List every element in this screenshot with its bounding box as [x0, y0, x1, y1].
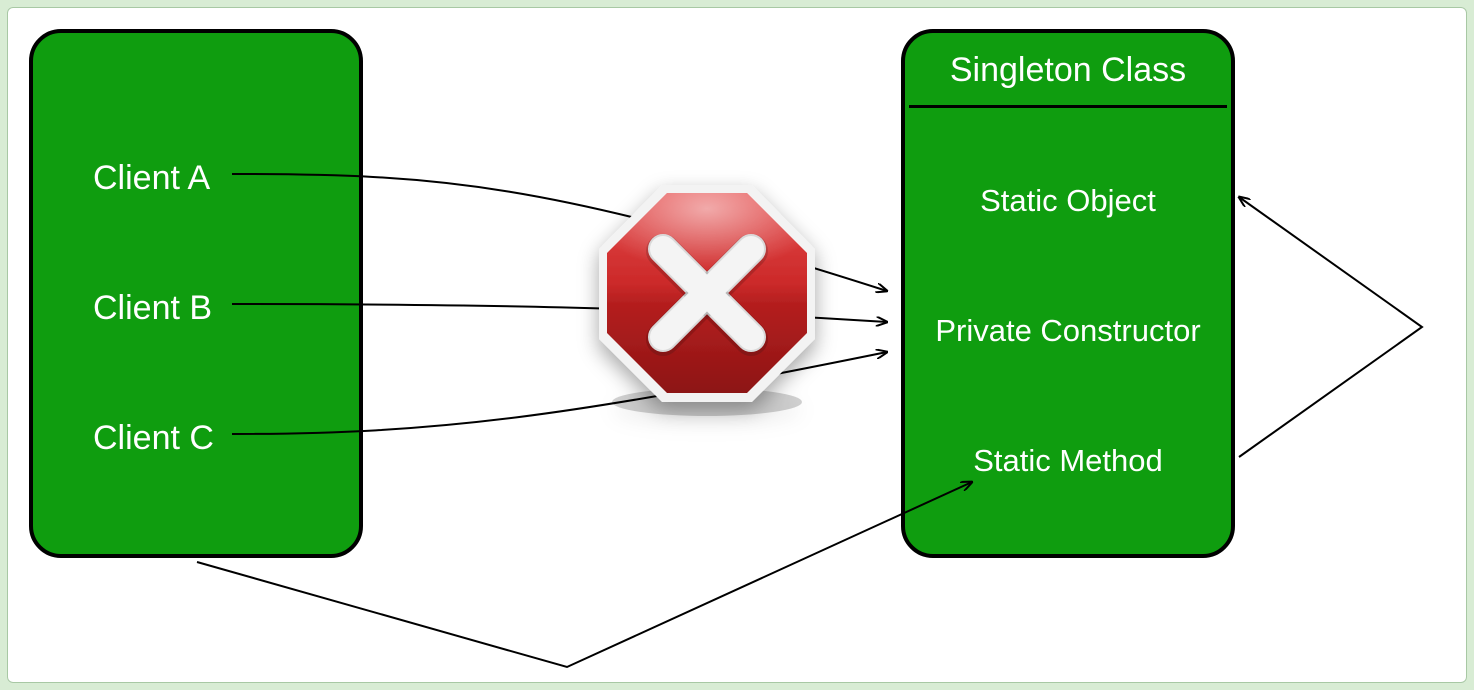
diagram-canvas: Client A Client B Client C Singleton Cla… [7, 7, 1467, 683]
singleton-class-box: Singleton Class Static Object Private Co… [901, 29, 1235, 558]
singleton-title: Singleton Class [905, 51, 1231, 90]
client-b-label: Client B [93, 289, 212, 328]
stop-sign-icon [599, 185, 815, 416]
client-c-label: Client C [93, 419, 214, 458]
singleton-divider [909, 105, 1227, 108]
clients-box: Client A Client B Client C [29, 29, 363, 558]
static-method-label: Static Method [905, 443, 1231, 479]
static-object-label: Static Object [905, 183, 1231, 219]
client-a-label: Client A [93, 159, 210, 198]
arrow-method-to-object [1239, 197, 1422, 457]
private-constructor-label: Private Constructor [905, 313, 1231, 349]
